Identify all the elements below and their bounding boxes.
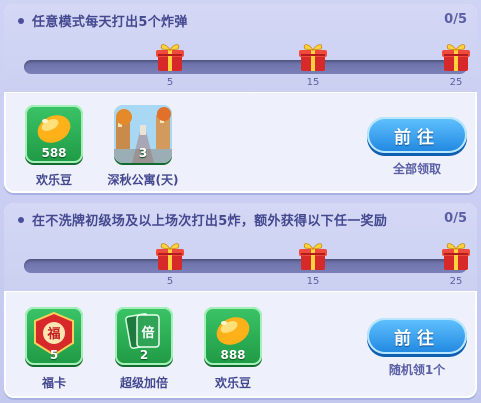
reward-qty: 3 [138,146,148,160]
task-counter: 0/5 [444,211,467,226]
gift-box-icon[interactable] [441,42,471,72]
milestone-tick: 15 [306,276,320,287]
reward-item-joy-bean[interactable]: 888 [204,307,262,365]
bullet-dot [18,217,24,223]
progress-track [24,60,467,74]
go-button[interactable]: 前往 [367,318,467,354]
claim-all-label[interactable]: 全部领取 [367,160,467,177]
task-title: 在不洗牌初级场及以上场次打出5炸，额外获得以下任一奖励 [32,214,388,229]
milestone-tick: 15 [306,77,320,88]
milestone-tick: 5 [166,77,174,88]
progress-track [24,259,467,273]
reward-label: 超级加倍 [119,376,168,390]
go-button[interactable]: 前往 [367,117,467,153]
task-card-extra-reward: 在不洗牌初级场及以上场次打出5炸，额外获得以下任一奖励 0/5 5 15 25 … [4,203,477,398]
reward-label: 欢乐豆 [35,173,72,187]
reward-qty: 888 [220,348,246,362]
milestone-tick: 25 [449,77,463,88]
gift-box-icon[interactable] [298,42,328,72]
gift-box-icon[interactable] [298,241,328,271]
reward-item-fu-card[interactable]: 福 5 [25,307,83,365]
reward-qty: 5 [49,348,59,362]
random-claim-label[interactable]: 随机领1个 [367,361,467,378]
reward-qty: 2 [139,348,149,362]
reward-item-joy-bean[interactable]: 588 [25,105,83,163]
task-card-bombs-daily: 任意模式每天打出5个炸弹 0/5 5 15 25 588 欢乐豆 3 深秋公寓(… [4,4,477,193]
svg-text:福: 福 [46,326,60,342]
reward-item-autumn-apartment[interactable]: 3 [114,105,172,163]
milestone-tick: 25 [449,276,463,287]
reward-label: 深秋公寓(天) [107,173,179,187]
gift-box-icon[interactable] [155,42,185,72]
task-title: 任意模式每天打出5个炸弹 [32,15,188,30]
gift-box-icon[interactable] [155,241,185,271]
svg-text:倍: 倍 [141,325,154,341]
reward-label: 欢乐豆 [214,376,251,390]
reward-item-super-double[interactable]: 倍 2 [115,307,173,365]
task-counter: 0/5 [444,12,467,27]
gift-box-icon[interactable] [441,241,471,271]
milestone-tick: 5 [166,276,174,287]
bullet-dot [18,18,24,24]
divider [4,92,477,93]
reward-label: 福卡 [41,376,66,390]
reward-qty: 588 [41,146,67,160]
divider [4,291,477,292]
